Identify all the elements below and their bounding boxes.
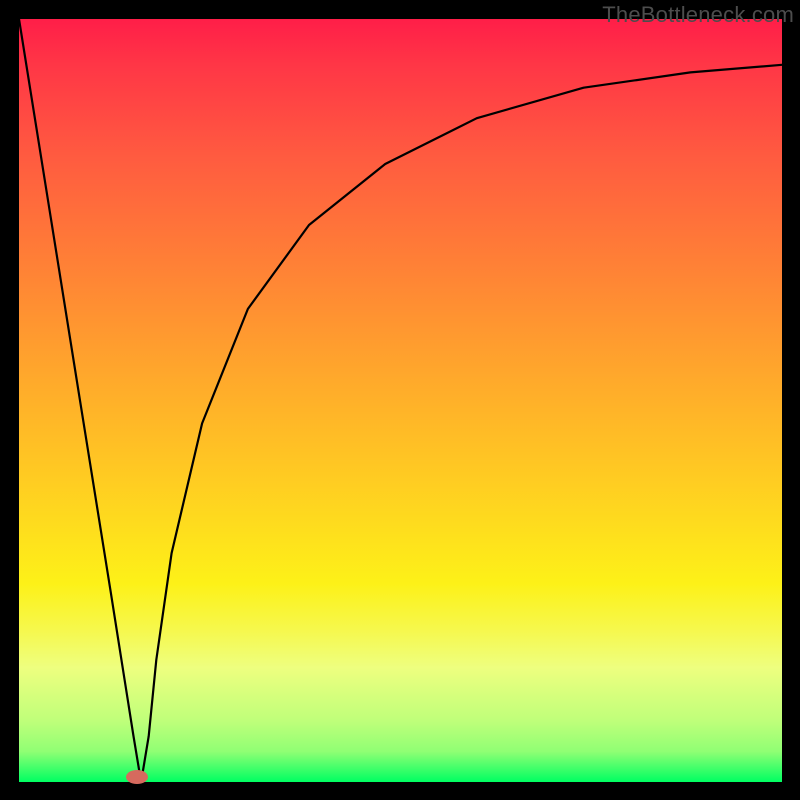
watermark-text: TheBottleneck.com (602, 2, 794, 28)
chart-frame: TheBottleneck.com (0, 0, 800, 800)
bottleneck-curve (19, 19, 782, 782)
optimum-marker (126, 770, 148, 784)
plot-area (19, 19, 782, 782)
